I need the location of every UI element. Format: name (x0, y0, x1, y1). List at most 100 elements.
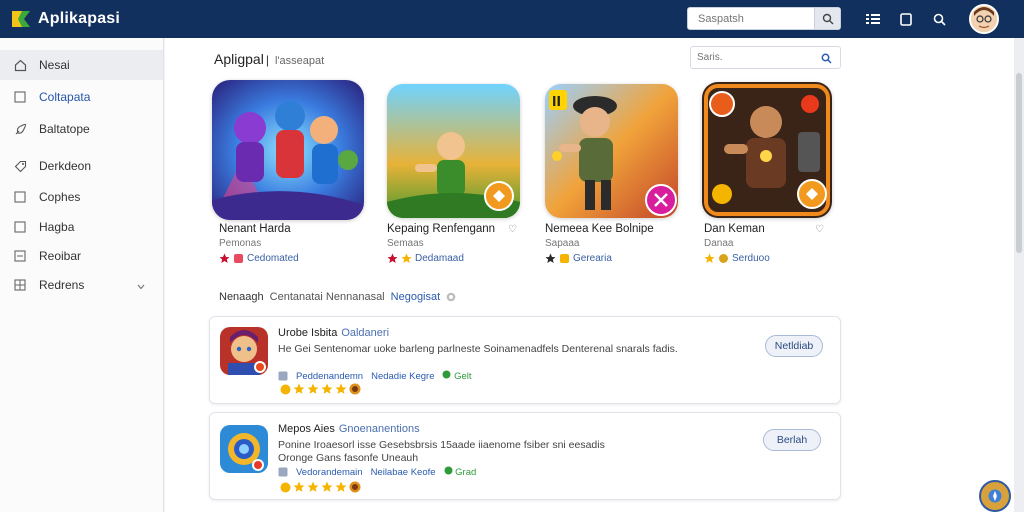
app-icon (220, 327, 268, 375)
star-icon (293, 383, 305, 394)
list-item-title[interactable]: Urobe Isbita Oaldaneri (278, 327, 389, 339)
svg-text:ll: ll (552, 95, 561, 110)
featured-title[interactable]: Kepaing Renfengann (387, 223, 495, 235)
home-icon (13, 58, 27, 72)
list-item-title[interactable]: Mepos Aies Gnoenanentions (278, 423, 420, 435)
star-rating (280, 481, 361, 493)
rocket-icon (13, 122, 27, 136)
scrollbar-thumb[interactable] (1016, 73, 1022, 253)
star-icon (307, 481, 319, 492)
featured-title[interactable]: Nemeea Kee Bolnipe (545, 223, 654, 235)
content-search-input[interactable] (691, 47, 811, 68)
sidebar-item-hagba[interactable]: Hagba (0, 212, 163, 242)
clock-icon (280, 384, 291, 394)
top-bar: Aplikapasi (0, 0, 1024, 38)
list-icon (13, 249, 27, 263)
featured-card[interactable]: ll (545, 84, 697, 218)
app-name: Aplikapasi (38, 10, 121, 27)
top-search-input[interactable] (688, 8, 812, 29)
search-icon[interactable] (821, 51, 832, 69)
star-icon (307, 383, 319, 394)
list-item-description: Ponine Iroaesorl isse Gesebsbrsis 15aade… (278, 439, 605, 464)
top-search-toggle[interactable] (929, 9, 949, 29)
featured-subtitle: Semaas (387, 238, 424, 249)
filter-option[interactable]: Centanatai Nennanasal (270, 291, 385, 303)
featured-card[interactable] (212, 80, 364, 220)
grid-icon (13, 278, 27, 292)
check-icon (442, 370, 451, 379)
scrollbar[interactable] (1014, 38, 1024, 512)
star-icon (219, 253, 230, 263)
search-icon (933, 13, 946, 26)
featured-meta: Cedomated (219, 253, 299, 264)
featured-meta: Gerearia (545, 253, 612, 264)
featured-card[interactable] (387, 84, 539, 218)
filter-option-active[interactable]: Negogisat (391, 291, 441, 303)
bookmark-icon (900, 12, 912, 26)
brand[interactable]: Aplikapasi (10, 6, 120, 32)
filter-label[interactable]: Nenaagh (219, 291, 264, 303)
badge-icon (234, 254, 243, 263)
square-icon (13, 220, 27, 234)
sidebar-item-home[interactable]: Nesai (0, 50, 163, 80)
featured-subtitle: Danaa (704, 238, 734, 249)
section-title: Apligpal | l'asseapat (214, 51, 325, 67)
grid-icon (278, 467, 288, 477)
list-item[interactable]: Urobe Isbita Oaldaneri He Gei Sentenomar … (209, 316, 841, 404)
square-icon (13, 90, 27, 104)
game-art-image: ll (545, 84, 678, 218)
featured-title[interactable]: Dan Keman (704, 223, 765, 235)
badge-icon (401, 253, 412, 263)
featured-card[interactable] (702, 82, 854, 218)
sidebar-item-cophes[interactable]: Cophes (0, 182, 163, 212)
sidebar-item-coltapata[interactable]: Coltapata (0, 82, 163, 112)
check-badge: Gelt (442, 370, 472, 382)
top-search[interactable] (687, 7, 841, 30)
star-icon (335, 481, 347, 492)
clock-icon (280, 482, 291, 492)
list-item[interactable]: Mepos Aies Gnoenanentions Ponine Iroaesor… (209, 412, 841, 500)
sidebar-item-baltatope[interactable]: Baltatope (0, 114, 163, 144)
user-avatar[interactable] (969, 4, 999, 34)
install-button[interactable]: Berlah (763, 429, 821, 451)
star-icon (545, 253, 556, 263)
heart-icon[interactable]: ♡ (508, 224, 517, 235)
tag-icon (13, 159, 27, 173)
badge-icon (560, 254, 569, 263)
featured-meta: Serduoo (704, 253, 770, 264)
check-icon (444, 466, 453, 475)
sidebar-item-derkdeon[interactable]: Derkdeon (0, 151, 163, 181)
medal-icon (349, 383, 361, 395)
search-icon (822, 13, 833, 24)
featured-meta: Dedamaad (387, 253, 464, 264)
star-icon (321, 383, 333, 394)
list-view-button[interactable] (863, 9, 883, 29)
star-icon (321, 481, 333, 492)
sidebar-item-reoibar[interactable]: Reoibar (0, 241, 163, 271)
main-content: Apligpal|l'asseapat Nenant Harda Pemonas… (165, 38, 1014, 512)
game-art-image (212, 80, 364, 220)
sidebar-item-redrens[interactable]: Redrens (0, 270, 163, 300)
top-search-button[interactable] (814, 8, 840, 29)
bookmark-button[interactable] (896, 9, 916, 29)
star-icon (704, 253, 715, 263)
star-icon (293, 481, 305, 492)
app-icon (220, 425, 268, 473)
badge-icon (719, 254, 728, 263)
chevron-down-icon[interactable] (137, 279, 145, 293)
featured-title[interactable]: Nenant Harda (219, 223, 291, 235)
sidebar: Nesai Coltapata Baltatope Derkdeon Cophe… (0, 38, 164, 512)
content-search[interactable] (690, 46, 841, 69)
game-art-image (702, 82, 832, 218)
featured-subtitle: Pemonas (219, 238, 262, 249)
help-button[interactable] (979, 480, 1011, 512)
install-button[interactable]: Netldiab (765, 335, 823, 357)
list-icon (866, 14, 880, 24)
star-icon (387, 253, 398, 263)
medal-icon (349, 481, 361, 493)
square-icon (13, 190, 27, 204)
info-icon[interactable] (446, 292, 456, 302)
app-logo-icon (12, 11, 30, 27)
check-badge: Grad (444, 466, 476, 478)
heart-icon[interactable]: ♡ (815, 224, 824, 235)
